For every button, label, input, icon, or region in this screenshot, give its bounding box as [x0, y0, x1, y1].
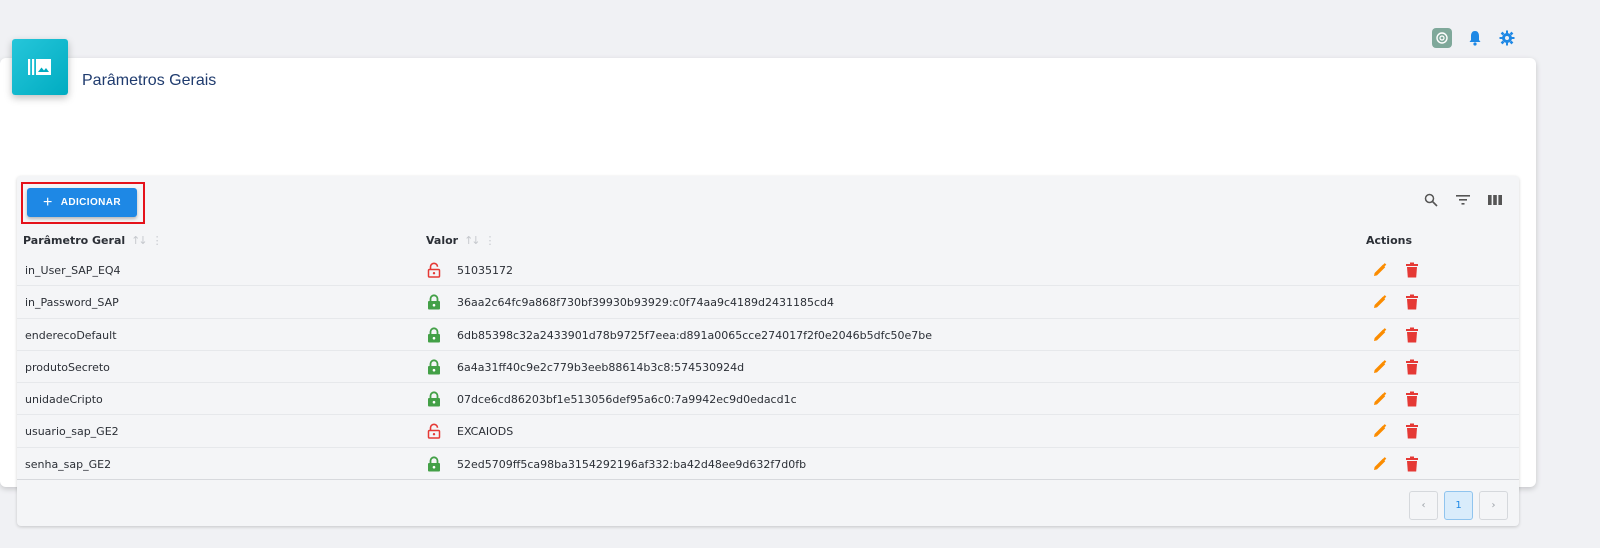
gallery-icon [28, 59, 51, 75]
lock-icon [427, 327, 441, 343]
edit-icon[interactable] [1373, 392, 1387, 406]
prev-page-button[interactable]: ‹ [1409, 491, 1438, 520]
delete-icon[interactable] [1405, 391, 1419, 407]
edit-icon[interactable] [1373, 327, 1387, 342]
parameter-name: unidadeCripto [25, 393, 103, 407]
parameter-value: 52ed5709ff5ca98ba3154292196af332:ba42d48… [457, 457, 807, 471]
delete-icon[interactable] [1405, 423, 1419, 439]
logo-tile [12, 39, 68, 95]
parameter-value: 07dce6cd86203bf1e513056def95a6c0:7a9942e… [457, 393, 797, 407]
lock-icon [427, 391, 441, 407]
unlock-icon [427, 423, 441, 440]
sort-icon[interactable]: ↑↓ [131, 234, 148, 247]
column-header-valor[interactable]: Valor ↑↓ ⋮ [426, 234, 496, 247]
column-label: Actions [1366, 234, 1412, 247]
delete-icon[interactable] [1405, 359, 1419, 375]
parameter-name: in_Password_SAP [25, 296, 119, 310]
table-row[interactable]: senha_sap_GE2 52ed5709ff5ca98ba315429219… [17, 448, 1519, 481]
table-row[interactable]: usuario_sap_GE2 EXCAIODS [17, 415, 1519, 448]
parameter-name: in_User_SAP_EQ4 [25, 264, 121, 277]
parameter-value: 36aa2c64fc9a868f730bf39930b93929:c0f74aa… [457, 296, 835, 310]
edit-icon[interactable] [1373, 263, 1387, 277]
column-menu-icon[interactable]: ⋮ [485, 234, 496, 247]
app-icon[interactable] [1432, 28, 1452, 48]
add-button[interactable]: + ADICIONAR [27, 188, 137, 217]
page-button-current[interactable]: 1 [1444, 491, 1473, 520]
parameter-name: usuario_sap_GE2 [25, 425, 119, 439]
delete-icon[interactable] [1405, 456, 1419, 472]
column-menu-icon[interactable]: ⋮ [152, 234, 163, 247]
parameter-value: 51035172 [457, 264, 513, 277]
table-row[interactable]: in_User_SAP_EQ4 51035172 [17, 254, 1519, 287]
lock-icon [427, 294, 441, 310]
edit-icon[interactable] [1373, 456, 1387, 471]
add-button-label: ADICIONAR [60, 197, 121, 208]
delete-icon[interactable] [1405, 327, 1419, 343]
parameter-name: produtoSecreto [25, 360, 110, 374]
column-header-actions: Actions [1366, 234, 1412, 247]
column-header-parametro[interactable]: Parâmetro Geral ↑↓ ⋮ [23, 234, 163, 247]
edit-icon[interactable] [1373, 295, 1387, 309]
lock-icon [427, 359, 441, 375]
table-row[interactable]: unidadeCripto 07dce6cd86203bf1e513056def… [17, 383, 1519, 416]
main-card: + ADICIONAR Parâmetro Geral ↑↓ ⋮ Valor ↑… [0, 58, 1536, 526]
table-toolbar [1423, 192, 1503, 208]
edit-icon[interactable] [1373, 360, 1387, 374]
pagination: ‹ 1 › [1409, 491, 1508, 520]
columns-icon[interactable] [1487, 192, 1503, 208]
table-body: in_User_SAP_EQ4 51035172 in_Password_SAP… [17, 254, 1519, 481]
bell-icon[interactable] [1466, 29, 1484, 47]
delete-icon[interactable] [1405, 294, 1419, 310]
table-header: Parâmetro Geral ↑↓ ⋮ Valor ↑↓ ⋮ Actions [17, 231, 1519, 253]
table-row[interactable]: in_Password_SAP 36aa2c64fc9a868f730bf399… [17, 286, 1519, 319]
parameter-name: enderecoDefault [25, 328, 117, 342]
delete-icon[interactable] [1405, 262, 1419, 278]
unlock-icon [427, 262, 441, 278]
sort-icon[interactable]: ↑↓ [464, 234, 481, 247]
search-icon[interactable] [1423, 192, 1439, 208]
column-label: Valor [426, 234, 459, 247]
plus-icon: + [42, 193, 53, 211]
filter-icon[interactable] [1455, 192, 1471, 208]
gear-icon[interactable] [1498, 29, 1516, 47]
parameter-value: EXCAIODS [457, 425, 514, 439]
parameter-value: 6db85398c32a2433901d78b9725f7eea:d891a00… [457, 328, 933, 342]
top-bar [1432, 28, 1516, 48]
edit-icon[interactable] [1373, 424, 1387, 438]
lock-icon [427, 456, 441, 472]
table-panel: + ADICIONAR Parâmetro Geral ↑↓ ⋮ Valor ↑… [17, 176, 1519, 526]
table-row[interactable]: produtoSecreto 6a4a31ff40c9e2c779b3eeb88… [17, 351, 1519, 384]
parameter-name: senha_sap_GE2 [25, 457, 112, 471]
page-title: Parâmetros Gerais [82, 72, 217, 89]
table-row[interactable]: enderecoDefault 6db85398c32a2433901d78b9… [17, 319, 1519, 351]
column-label: Parâmetro Geral [23, 234, 126, 247]
parameter-value: 6a4a31ff40c9e2c779b3eeb88614b3c8:5745309… [457, 360, 745, 374]
next-page-button[interactable]: › [1479, 491, 1508, 520]
